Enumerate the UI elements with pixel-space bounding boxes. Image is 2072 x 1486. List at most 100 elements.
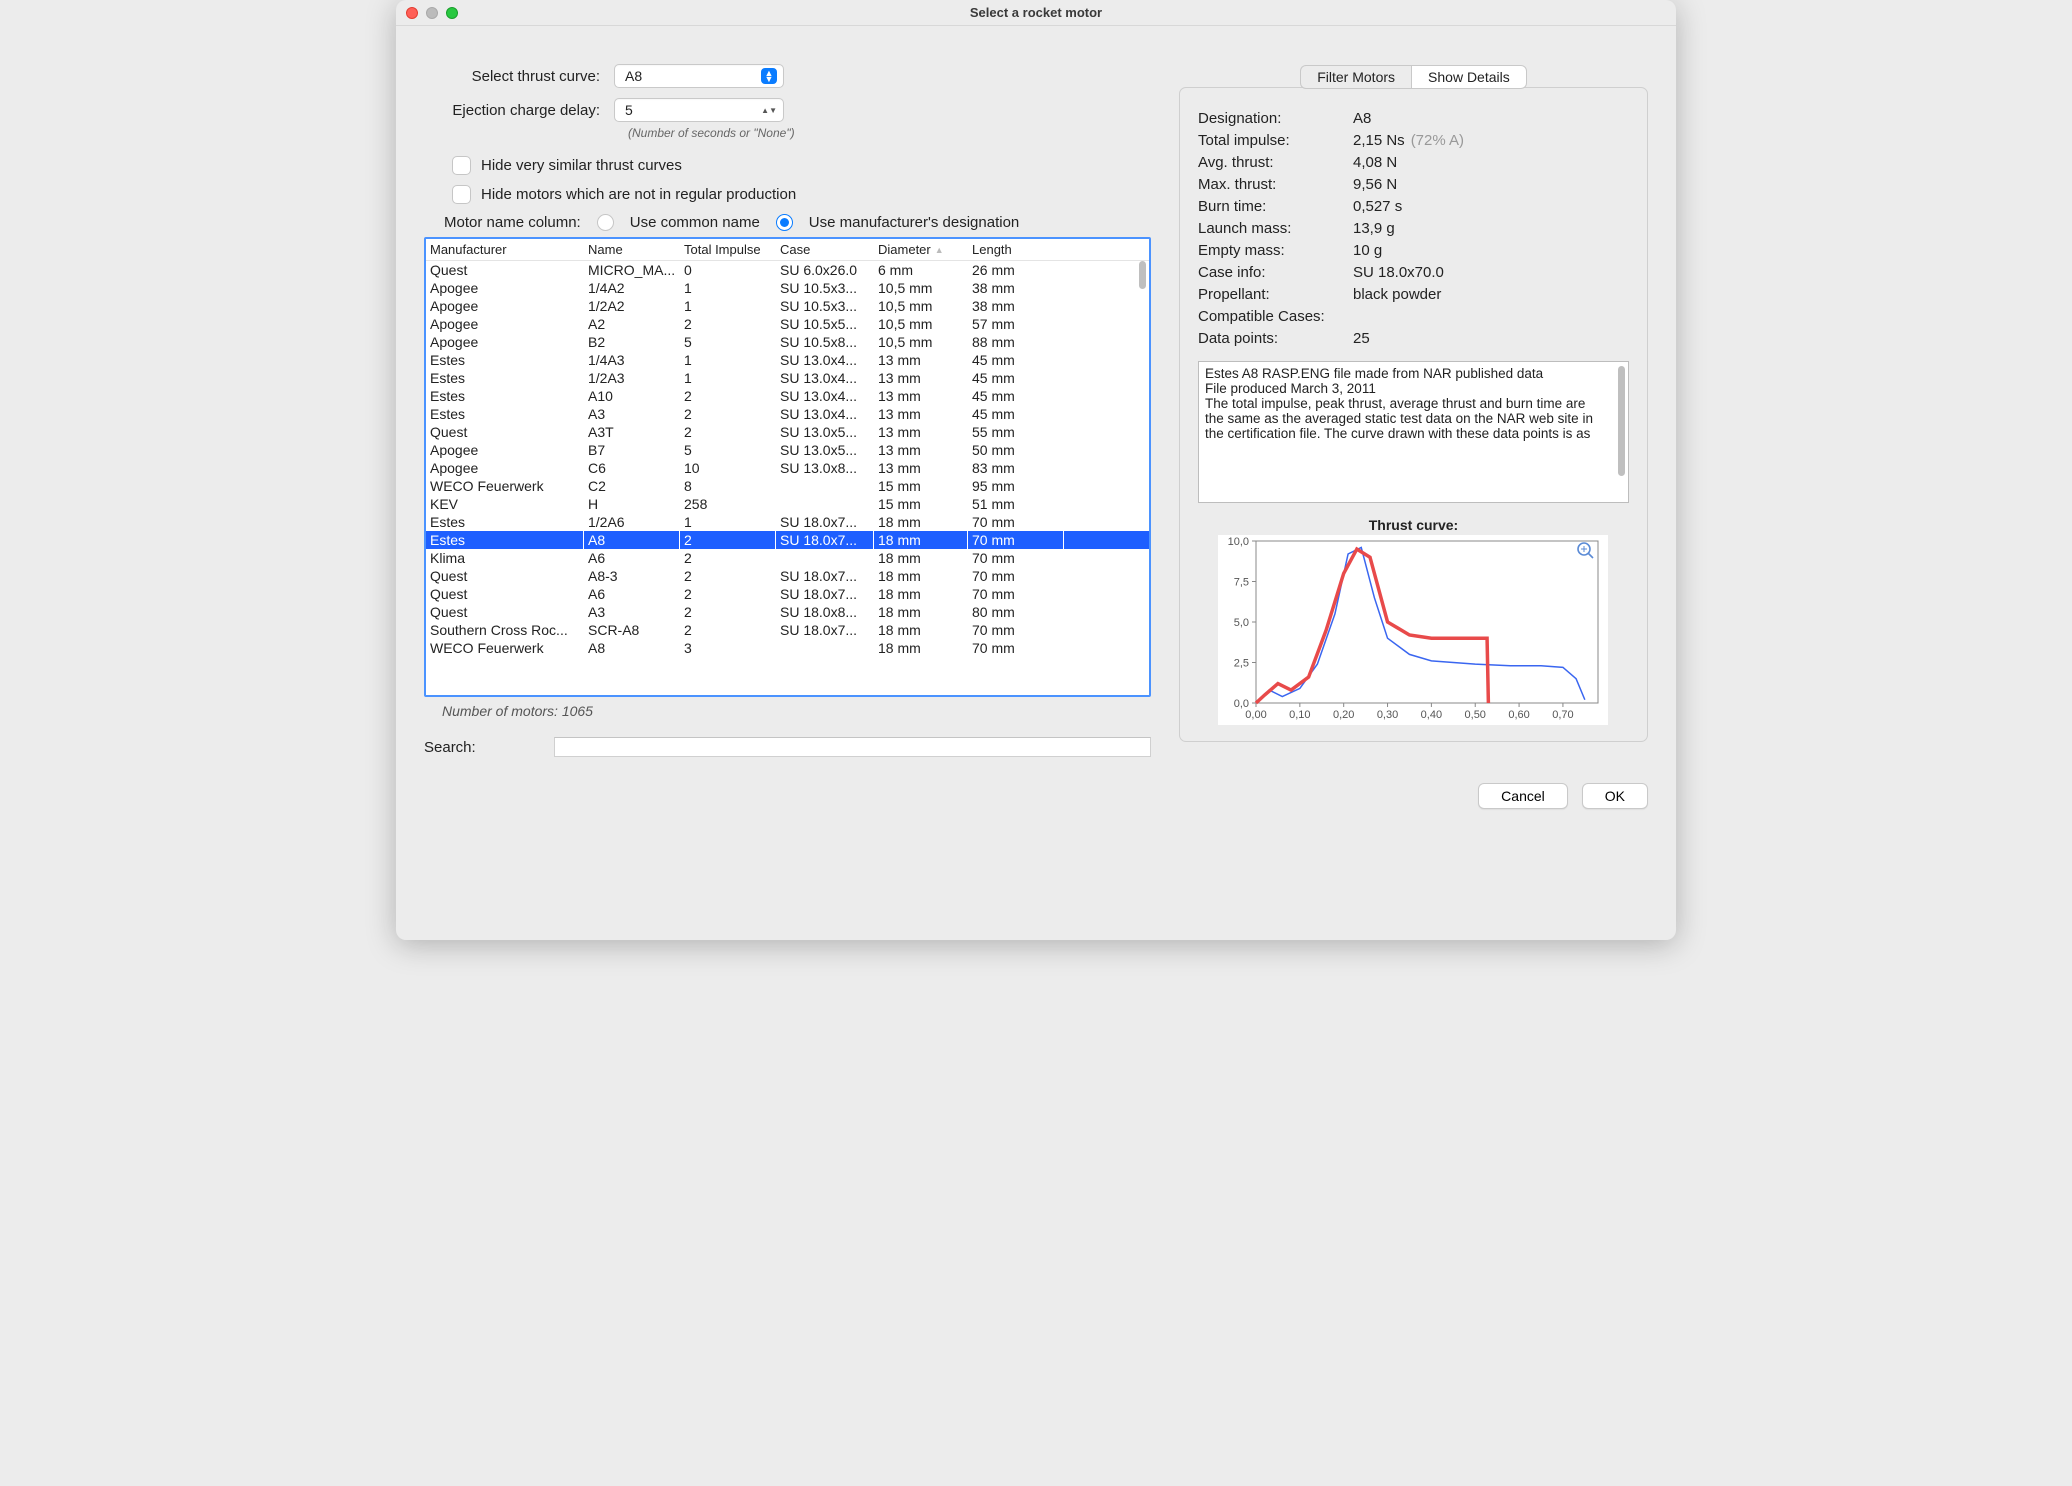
details-panel: Designation:A8Total impulse:2,15 Ns(72% … bbox=[1179, 87, 1648, 742]
col-name[interactable]: Name bbox=[584, 241, 680, 258]
svg-text:10,0: 10,0 bbox=[1228, 536, 1249, 548]
spec-key: Compatible Cases: bbox=[1198, 308, 1353, 325]
svg-text:0,70: 0,70 bbox=[1553, 709, 1574, 721]
table-row[interactable]: QuestA3T2SU 13.0x5...13 mm55 mm bbox=[426, 423, 1149, 441]
table-row[interactable]: ApogeeC610SU 13.0x8...13 mm83 mm bbox=[426, 459, 1149, 477]
spec-value: 13,9 g bbox=[1353, 220, 1629, 237]
chart-title: Thrust curve: bbox=[1198, 517, 1629, 533]
thrust-curve-value: A8 bbox=[625, 68, 642, 84]
table-row[interactable]: Southern Cross Roc...SCR-A82SU 18.0x7...… bbox=[426, 621, 1149, 639]
radio-common-label: Use common name bbox=[630, 214, 760, 231]
spec-value: 2,15 Ns(72% A) bbox=[1353, 132, 1629, 149]
table-row[interactable]: KlimaA6218 mm70 mm bbox=[426, 549, 1149, 567]
thrust-curve-select[interactable]: A8 ▲▼ bbox=[614, 64, 784, 88]
titlebar: Select a rocket motor bbox=[396, 0, 1676, 26]
hide-nonprod-row[interactable]: Hide motors which are not in regular pro… bbox=[452, 185, 1151, 204]
table-row[interactable]: ApogeeA22SU 10.5x5...10,5 mm57 mm bbox=[426, 315, 1149, 333]
radio-mfr-label: Use manufacturer's designation bbox=[809, 214, 1019, 231]
spec-key: Total impulse: bbox=[1198, 132, 1353, 149]
table-row[interactable]: WECO FeuerwerkC2815 mm95 mm bbox=[426, 477, 1149, 495]
spec-key: Avg. thrust: bbox=[1198, 154, 1353, 171]
spec-value: 0,527 s bbox=[1353, 198, 1629, 215]
spec-key: Burn time: bbox=[1198, 198, 1353, 215]
table-row[interactable]: Estes1/2A31SU 13.0x4...13 mm45 mm bbox=[426, 369, 1149, 387]
table-row[interactable]: KEVH25815 mm51 mm bbox=[426, 495, 1149, 513]
spec-value: SU 18.0x70.0 bbox=[1353, 264, 1629, 281]
table-row[interactable]: Estes1/4A31SU 13.0x4...13 mm45 mm bbox=[426, 351, 1149, 369]
spec-value: 9,56 N bbox=[1353, 176, 1629, 193]
spec-value: A8 bbox=[1353, 110, 1629, 127]
svg-text:0,00: 0,00 bbox=[1246, 709, 1267, 721]
dropdown-icon: ▲▼ bbox=[761, 68, 777, 84]
table-header[interactable]: Manufacturer Name Total Impulse Case Dia… bbox=[426, 239, 1149, 261]
svg-text:0,50: 0,50 bbox=[1465, 709, 1486, 721]
delay-hint: (Number of seconds or "None") bbox=[628, 126, 1151, 140]
spec-value: 4,08 N bbox=[1353, 154, 1629, 171]
tab-filter-motors[interactable]: Filter Motors bbox=[1300, 65, 1411, 89]
spec-key: Launch mass: bbox=[1198, 220, 1353, 237]
table-row[interactable]: QuestA32SU 18.0x8...18 mm80 mm bbox=[426, 603, 1149, 621]
description-box[interactable]: Estes A8 RASP.ENG file made from NAR pub… bbox=[1198, 361, 1629, 503]
col-total-impulse[interactable]: Total Impulse bbox=[680, 241, 776, 258]
spec-key: Case info: bbox=[1198, 264, 1353, 281]
table-row[interactable]: ApogeeB75SU 13.0x5...13 mm50 mm bbox=[426, 441, 1149, 459]
spec-key: Propellant: bbox=[1198, 286, 1353, 303]
spec-value: black powder bbox=[1353, 286, 1629, 303]
ok-button[interactable]: OK bbox=[1582, 783, 1648, 809]
hide-similar-row[interactable]: Hide very similar thrust curves bbox=[452, 156, 1151, 175]
table-row[interactable]: ApogeeB25SU 10.5x8...10,5 mm88 mm bbox=[426, 333, 1149, 351]
hide-nonprod-checkbox[interactable] bbox=[452, 185, 471, 204]
table-row[interactable]: EstesA32SU 13.0x4...13 mm45 mm bbox=[426, 405, 1149, 423]
col-length[interactable]: Length bbox=[968, 241, 1064, 258]
sort-asc-icon: ▲ bbox=[935, 245, 944, 255]
radio-common-name[interactable] bbox=[597, 214, 614, 231]
search-input[interactable] bbox=[554, 737, 1151, 757]
table-row[interactable]: EstesA82SU 18.0x7...18 mm70 mm bbox=[426, 531, 1149, 549]
svg-text:2,5: 2,5 bbox=[1234, 658, 1249, 670]
search-label: Search: bbox=[424, 739, 544, 756]
delay-select[interactable]: 5 ▲▼ bbox=[614, 98, 784, 122]
col-case[interactable]: Case bbox=[776, 241, 874, 258]
scrollbar-thumb[interactable] bbox=[1139, 261, 1146, 289]
table-body[interactable]: QuestMICRO_MA...0SU 6.0x26.06 mm26 mmApo… bbox=[426, 261, 1149, 697]
hide-nonprod-label: Hide motors which are not in regular pro… bbox=[481, 186, 796, 203]
tab-show-details[interactable]: Show Details bbox=[1411, 65, 1527, 89]
col-diameter[interactable]: Diameter ▲ bbox=[874, 241, 968, 258]
thrust-curve-label: Select thrust curve: bbox=[424, 68, 614, 85]
svg-text:5,0: 5,0 bbox=[1234, 617, 1249, 629]
svg-text:0,40: 0,40 bbox=[1421, 709, 1442, 721]
svg-text:0,30: 0,30 bbox=[1377, 709, 1398, 721]
cancel-button[interactable]: Cancel bbox=[1478, 783, 1568, 809]
table-row[interactable]: QuestMICRO_MA...0SU 6.0x26.06 mm26 mm bbox=[426, 261, 1149, 279]
spec-value: 10 g bbox=[1353, 242, 1629, 259]
spec-grid: Designation:A8Total impulse:2,15 Ns(72% … bbox=[1198, 110, 1629, 347]
spec-key: Max. thrust: bbox=[1198, 176, 1353, 193]
thrust-curve-chart: 0,02,55,07,510,00,000,100,200,300,400,50… bbox=[1218, 535, 1608, 725]
spec-value: 25 bbox=[1353, 330, 1629, 347]
hide-similar-label: Hide very similar thrust curves bbox=[481, 157, 682, 174]
zoom-in-icon[interactable] bbox=[1578, 543, 1593, 558]
description-scrollbar[interactable] bbox=[1618, 366, 1625, 476]
table-row[interactable]: Apogee1/2A21SU 10.5x3...10,5 mm38 mm bbox=[426, 297, 1149, 315]
svg-text:7,5: 7,5 bbox=[1234, 577, 1249, 589]
col-manufacturer[interactable]: Manufacturer bbox=[426, 241, 584, 258]
svg-text:0,20: 0,20 bbox=[1333, 709, 1354, 721]
hide-similar-checkbox[interactable] bbox=[452, 156, 471, 175]
table-row[interactable]: EstesA102SU 13.0x4...13 mm45 mm bbox=[426, 387, 1149, 405]
radio-manufacturer-designation[interactable] bbox=[776, 214, 793, 231]
motor-count: Number of motors: 1065 bbox=[442, 703, 1151, 719]
motor-table[interactable]: Manufacturer Name Total Impulse Case Dia… bbox=[424, 237, 1151, 697]
window-title: Select a rocket motor bbox=[396, 5, 1676, 20]
spec-value bbox=[1353, 308, 1629, 325]
table-row[interactable]: QuestA62SU 18.0x7...18 mm70 mm bbox=[426, 585, 1149, 603]
table-row[interactable]: WECO FeuerwerkA8318 mm70 mm bbox=[426, 639, 1149, 657]
delay-label: Ejection charge delay: bbox=[424, 102, 614, 119]
table-row[interactable]: Apogee1/4A21SU 10.5x3...10,5 mm38 mm bbox=[426, 279, 1149, 297]
delay-value: 5 bbox=[625, 102, 633, 118]
spec-key: Empty mass: bbox=[1198, 242, 1353, 259]
stepper-icon: ▲▼ bbox=[761, 107, 777, 114]
table-row[interactable]: Estes1/2A61SU 18.0x7...18 mm70 mm bbox=[426, 513, 1149, 531]
svg-text:0,60: 0,60 bbox=[1509, 709, 1530, 721]
svg-text:0,10: 0,10 bbox=[1290, 709, 1311, 721]
table-row[interactable]: QuestA8-32SU 18.0x7...18 mm70 mm bbox=[426, 567, 1149, 585]
